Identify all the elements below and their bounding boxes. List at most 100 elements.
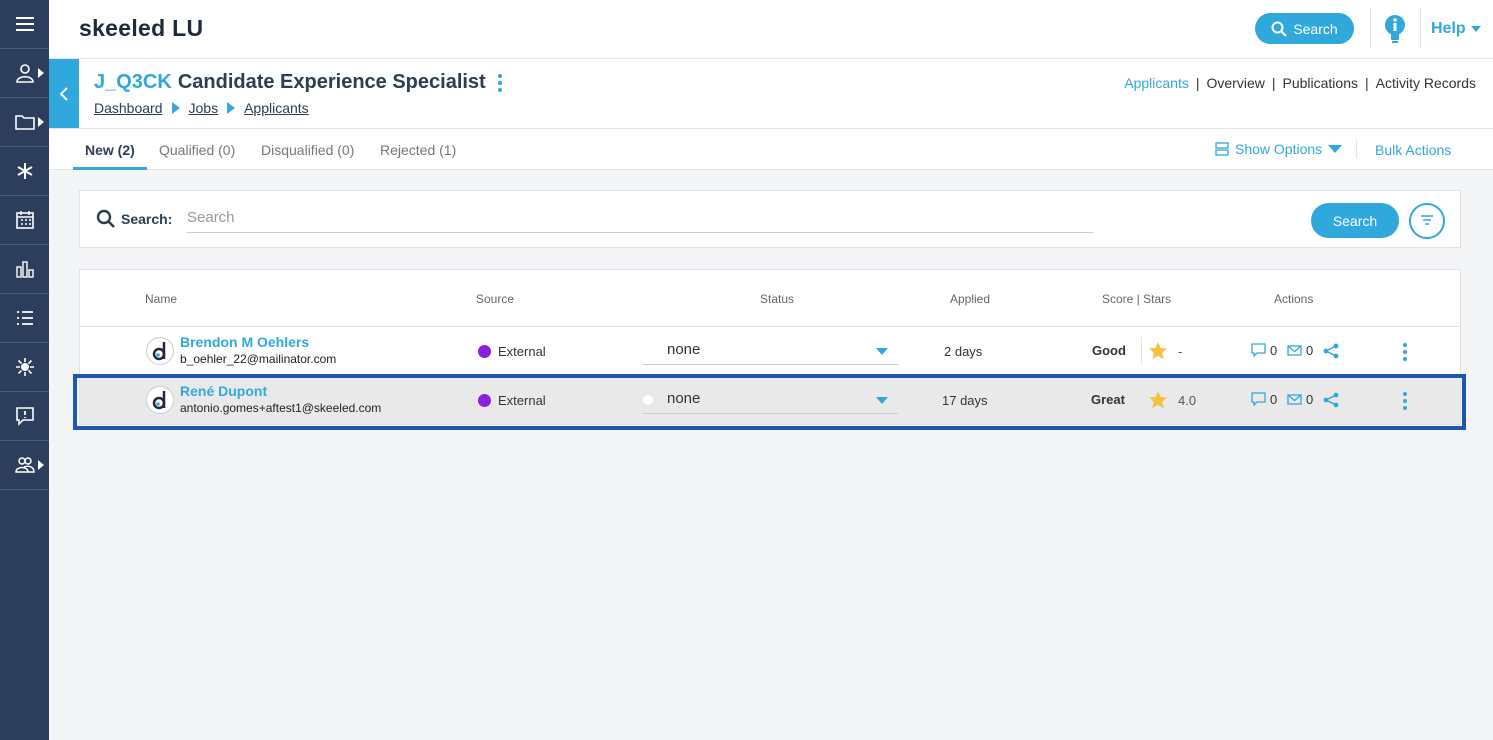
job-name: Candidate Experience Specialist: [177, 71, 486, 93]
score-value: Good: [1092, 343, 1126, 358]
column-source[interactable]: Source: [476, 292, 514, 306]
status-select[interactable]: none: [642, 386, 898, 414]
column-actions: Actions: [1274, 292, 1314, 306]
search-button[interactable]: Search: [1311, 203, 1399, 238]
column-status[interactable]: Status: [760, 292, 794, 306]
messages-count: 0: [1306, 343, 1314, 358]
messages-action[interactable]: 0: [1287, 392, 1313, 407]
top-search-label: Search: [1293, 20, 1338, 37]
feedback-icon[interactable]: [0, 392, 49, 441]
breadcrumb-arrow-icon: [171, 102, 180, 114]
divider: [1420, 8, 1421, 48]
bulk-actions-button[interactable]: Bulk Actions: [1375, 142, 1451, 158]
source: External: [478, 393, 546, 408]
virus-icon[interactable]: [0, 343, 49, 392]
nav-separator: |: [1195, 75, 1200, 91]
breadcrumb: Dashboard Jobs Applicants: [94, 100, 309, 116]
breadcrumb-dashboard[interactable]: Dashboard: [94, 100, 163, 116]
candidate-logo-icon: [152, 391, 166, 410]
table-row[interactable]: René Dupont antonio.gomes+aftest1@skeele…: [80, 376, 1460, 424]
active-tab-indicator: [73, 167, 147, 170]
candidate-email: b_oehler_22@mailinator.com: [180, 352, 337, 366]
applicants-table: Name Source Status Applied Score | Stars…: [79, 269, 1461, 425]
tab-rejected[interactable]: Rejected (1): [380, 142, 456, 158]
job-header: J_Q3CK Candidate Experience Specialist D…: [49, 59, 1493, 129]
nav-separator: |: [1271, 75, 1276, 91]
back-button[interactable]: [49, 59, 79, 128]
candidate-name[interactable]: René Dupont: [180, 383, 267, 399]
lightbulb-icon[interactable]: [1382, 14, 1408, 44]
tab-qualified[interactable]: Qualified (0): [159, 142, 235, 158]
user-icon[interactable]: [0, 49, 49, 98]
column-name[interactable]: Name: [145, 292, 177, 306]
caret-right-icon: [38, 117, 44, 127]
breadcrumb-applicants[interactable]: Applicants: [244, 100, 309, 116]
status-value: none: [667, 390, 701, 407]
divider: [1141, 337, 1142, 365]
show-options-label: Show Options: [1235, 141, 1323, 157]
asterisk-icon[interactable]: [0, 147, 49, 196]
job-more-icon[interactable]: [497, 72, 502, 93]
chevron-left-icon: [59, 86, 68, 101]
star-icon[interactable]: [1148, 390, 1168, 410]
job-code: J_Q3CK: [94, 71, 172, 93]
comment-icon: [1251, 392, 1266, 407]
mail-icon: [1287, 394, 1302, 405]
job-nav-applicants[interactable]: Applicants: [1124, 75, 1189, 91]
caret-down-icon: [876, 348, 888, 355]
star-icon[interactable]: [1148, 341, 1168, 361]
filter-icon: [1421, 215, 1433, 225]
source-dot-icon: [478, 394, 491, 407]
table-header: Name Source Status Applied Score | Stars…: [80, 270, 1460, 327]
messages-count: 0: [1306, 392, 1314, 407]
status-select[interactable]: none: [642, 337, 898, 365]
score-value: Great: [1091, 392, 1125, 407]
top-search-button[interactable]: Search: [1255, 13, 1354, 44]
table-row[interactable]: Brendon M Oehlers b_oehler_22@mailinator…: [80, 327, 1460, 375]
breadcrumb-jobs[interactable]: Jobs: [189, 100, 219, 116]
comments-action[interactable]: 0: [1251, 392, 1277, 407]
job-nav-activity-records[interactable]: Activity Records: [1376, 75, 1476, 91]
caret-down-icon: [1328, 145, 1343, 153]
messages-action[interactable]: 0: [1287, 343, 1313, 358]
search-icon: [1271, 21, 1288, 37]
job-title: J_Q3CK Candidate Experience Specialist: [94, 71, 502, 94]
show-options-button[interactable]: Show Options: [1215, 141, 1343, 157]
job-nav: Applicants | Overview | Publications | A…: [1124, 75, 1476, 91]
job-nav-publications[interactable]: Publications: [1283, 75, 1359, 91]
avatar: [146, 337, 174, 365]
help-label: Help: [1431, 20, 1466, 37]
job-nav-overview[interactable]: Overview: [1207, 75, 1265, 91]
search-label-text: Search:: [121, 211, 173, 227]
tab-new[interactable]: New (2): [85, 142, 135, 158]
caret-right-icon: [38, 68, 44, 78]
caret-down-icon: [1470, 26, 1481, 32]
share-icon[interactable]: [1323, 392, 1339, 408]
team-icon[interactable]: [0, 441, 49, 490]
tabs-bar: New (2) Qualified (0) Disqualified (0) R…: [49, 129, 1493, 170]
search-panel: Search: Search: [79, 190, 1461, 248]
list-icon[interactable]: [0, 294, 49, 343]
divider: [1356, 140, 1357, 158]
bar-chart-icon[interactable]: [0, 245, 49, 294]
comments-action[interactable]: 0: [1251, 343, 1277, 358]
sidebar: [0, 0, 49, 740]
calendar-icon[interactable]: [0, 196, 49, 245]
rows-icon: [1215, 142, 1229, 156]
candidate-logo-icon: [152, 342, 166, 361]
tab-disqualified[interactable]: Disqualified (0): [261, 142, 354, 158]
comment-icon: [1251, 343, 1266, 358]
column-score-stars[interactable]: Score | Stars: [1102, 292, 1171, 306]
mail-icon: [1287, 345, 1302, 356]
row-more-icon[interactable]: [1403, 390, 1407, 411]
filter-button[interactable]: [1409, 203, 1445, 239]
help-menu[interactable]: Help: [1431, 20, 1481, 38]
row-more-icon[interactable]: [1403, 341, 1407, 362]
share-icon[interactable]: [1323, 343, 1339, 359]
search-input[interactable]: [187, 203, 1093, 233]
caret-down-icon: [876, 397, 888, 404]
folder-icon[interactable]: [0, 98, 49, 147]
column-applied[interactable]: Applied: [950, 292, 990, 306]
hamburger-menu-icon[interactable]: [0, 0, 49, 49]
candidate-name[interactable]: Brendon M Oehlers: [180, 334, 309, 350]
